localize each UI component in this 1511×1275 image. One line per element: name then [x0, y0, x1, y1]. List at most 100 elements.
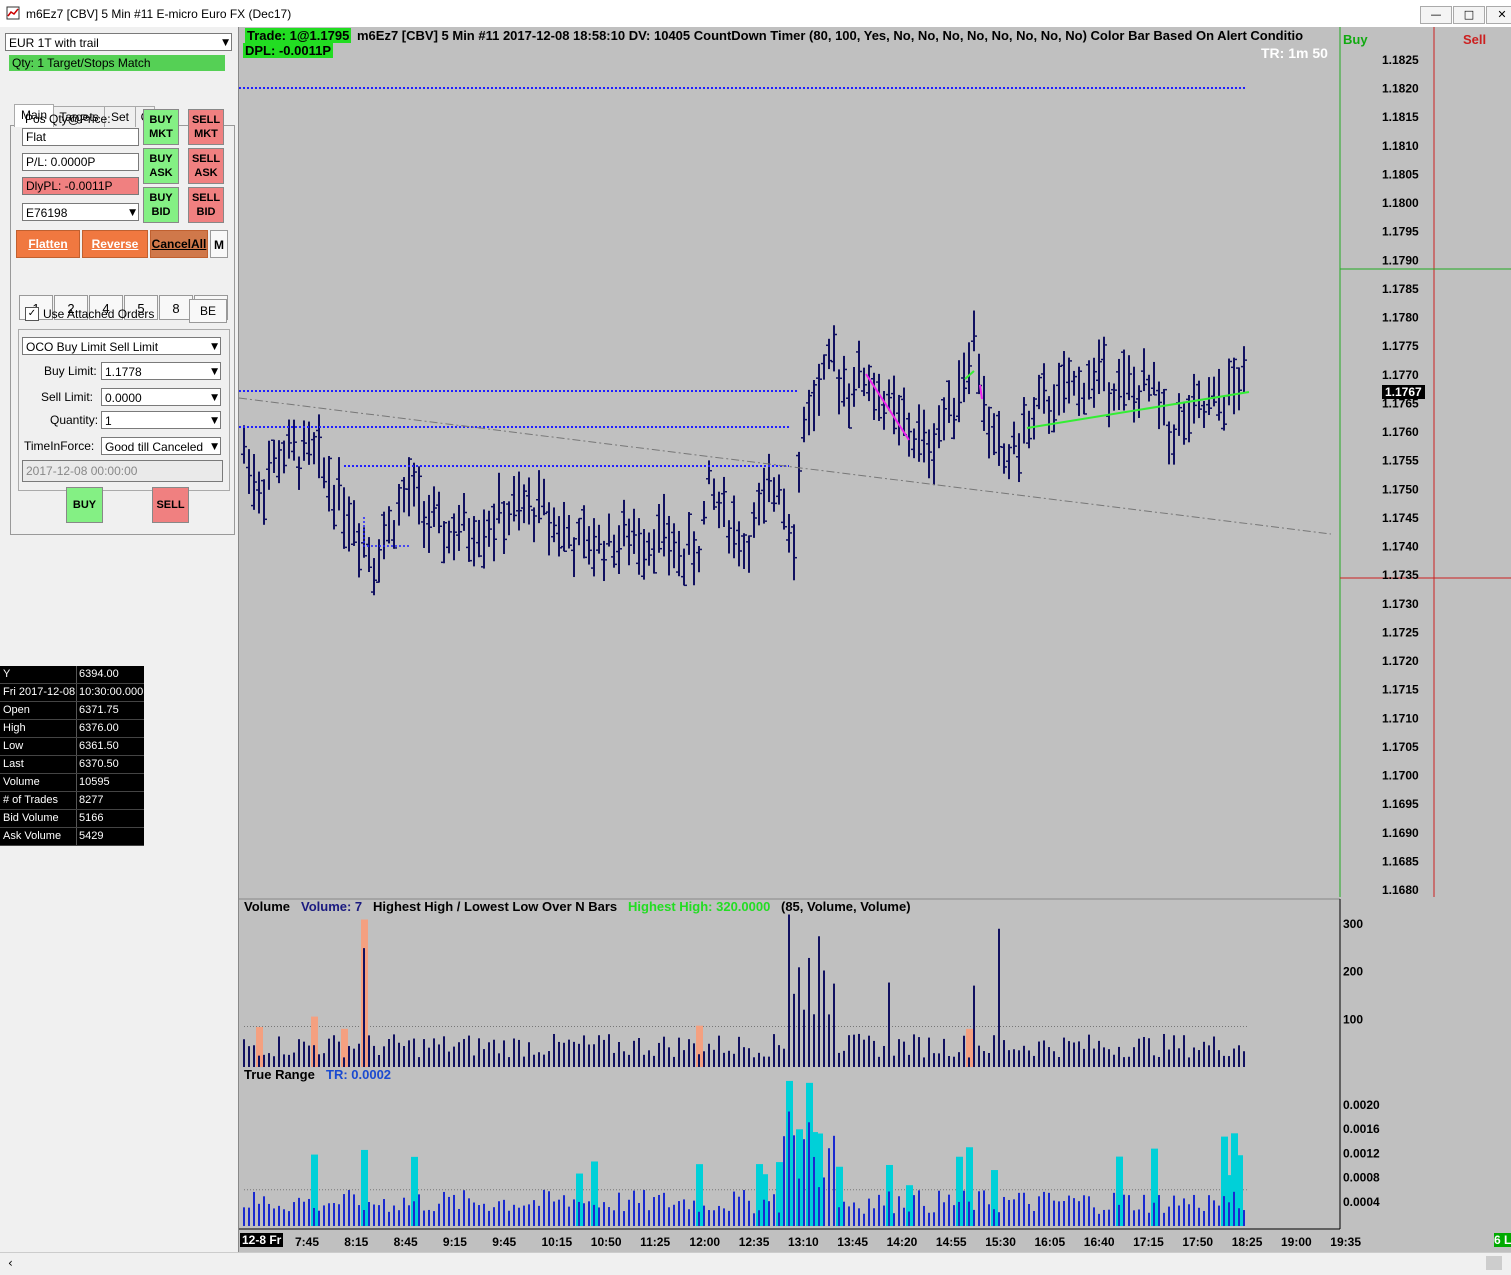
pl-field: P/L: 0.0000P — [22, 153, 139, 171]
volume-tick-label: 200 — [1343, 965, 1363, 979]
price-tick-label: 1.1775 — [1382, 339, 1419, 353]
use-attached-checkbox[interactable]: ✓ — [25, 307, 39, 321]
hh-params: (85, Volume, Volume) — [781, 899, 911, 914]
data-window-value: 6370.50 — [76, 756, 119, 773]
data-window-key: Last — [3, 758, 24, 770]
strategy-select[interactable]: EUR 1T with trail ▼ — [5, 33, 232, 51]
time-tick-label: 15:30 — [985, 1235, 1016, 1249]
chevron-down-icon: ▼ — [129, 208, 136, 218]
app-icon — [6, 6, 20, 20]
price-tick-label: 1.1700 — [1382, 769, 1419, 783]
chevron-down-icon: ▼ — [211, 367, 218, 377]
data-window-key: Fri 2017-12-08 — [3, 686, 76, 698]
time-tick-label: 19:35 — [1330, 1235, 1361, 1249]
account-value: E76198 — [26, 206, 68, 220]
sell-market-button[interactable]: SELL MKT — [188, 109, 224, 145]
buy-ask-button[interactable]: BUY ASK — [143, 148, 179, 184]
chevron-down-icon: ▼ — [211, 416, 218, 426]
buy-market-button[interactable]: BUY MKT — [143, 109, 179, 145]
time-tick-label: 10:15 — [542, 1235, 573, 1249]
maximize-button[interactable]: □ — [1453, 6, 1485, 24]
scroll-left-icon[interactable]: ‹ — [8, 1256, 13, 1270]
true-range-tick-label: 0.0020 — [1343, 1098, 1380, 1112]
date-label: 12-8 Fr — [240, 1233, 284, 1247]
tif-label: TimeInForce: — [24, 439, 95, 453]
data-window-key: Bid Volume — [3, 812, 59, 824]
time-tick-label: 8:45 — [394, 1235, 418, 1249]
chevron-down-icon: ▼ — [211, 342, 218, 352]
price-tick-label: 1.1785 — [1382, 282, 1419, 296]
price-tick-label: 1.1790 — [1382, 253, 1419, 267]
data-window-key: Volume — [3, 776, 40, 788]
time-tick-label: 16:05 — [1035, 1235, 1066, 1249]
scroll-thumb[interactable] — [1486, 1256, 1502, 1270]
data-window: Y 6394.00 Fri 2017-12-08 10:30:00.000 Open 63… — [0, 666, 144, 846]
minimize-button[interactable]: — — [1420, 6, 1452, 24]
time-tick-label: 9:45 — [492, 1235, 516, 1249]
account-select[interactable]: E76198 ▼ — [22, 203, 139, 221]
true-range-tick-label: 0.0012 — [1343, 1146, 1380, 1160]
flatten-button[interactable]: Flatten — [16, 230, 80, 258]
hh-value: Highest High: 320.0000 — [628, 899, 771, 914]
price-tick-label: 1.1810 — [1382, 139, 1419, 153]
price-tick-label: 1.1720 — [1382, 654, 1419, 668]
data-window-row: Bid Volume 5166 — [0, 810, 144, 828]
corner-badge: 6 L — [1494, 1233, 1511, 1247]
time-tick-label: 9:15 — [443, 1235, 467, 1249]
time-tick-label: 10:50 — [591, 1235, 622, 1249]
time-tick-label: 18:25 — [1232, 1235, 1263, 1249]
window-title: m6Ez7 [CBV] 5 Min #11 E-micro Euro FX (D… — [26, 7, 292, 21]
time-tick-label: 13:45 — [837, 1235, 868, 1249]
price-tick-label: 1.1715 — [1382, 683, 1419, 697]
data-window-row: High 6376.00 — [0, 720, 144, 738]
price-tick-label: 1.1735 — [1382, 568, 1419, 582]
horizontal-scrollbar[interactable]: ‹ — [0, 1252, 1511, 1275]
qty-button-8[interactable]: 8 — [159, 295, 193, 320]
price-tick-label: 1.1760 — [1382, 425, 1419, 439]
price-tick-label: 1.1745 — [1382, 511, 1419, 525]
price-chart[interactable]: 1.1825 1.1820 1.1815 1.1810 1.1805 1.1800 1.17… — [238, 27, 1511, 1252]
buy-button[interactable]: BUY — [66, 487, 103, 523]
price-tick-label: 1.1725 — [1382, 625, 1419, 639]
time-tick-label: 8:15 — [344, 1235, 368, 1249]
buy-limit-input[interactable]: 1.1778 ▼ — [101, 362, 221, 380]
price-tick-label: 1.1825 — [1382, 53, 1419, 67]
order-type-select[interactable]: OCO Buy Limit Sell Limit ▼ — [22, 337, 221, 355]
tif-select[interactable]: Good till Canceled ▼ — [101, 437, 221, 455]
data-window-row: Fri 2017-12-08 10:30:00.000 — [0, 684, 144, 702]
sell-button[interactable]: SELL — [152, 487, 189, 523]
buy-bid-button[interactable]: BUY BID — [143, 187, 179, 223]
breakeven-button[interactable]: BE — [189, 299, 227, 323]
close-button[interactable]: ✕ — [1486, 6, 1511, 24]
volume-value: Volume: 7 — [301, 899, 363, 914]
time-tick-label: 12:35 — [739, 1235, 770, 1249]
price-tick-label: 1.1740 — [1382, 540, 1419, 554]
sell-limit-label: Sell Limit: — [41, 390, 94, 404]
sell-ask-button[interactable]: SELL ASK — [188, 148, 224, 184]
tif-value: Good till Canceled — [105, 440, 204, 454]
trade-label: Trade: 1@1.1795 — [245, 28, 352, 43]
m-button[interactable]: M — [210, 230, 228, 258]
price-tick-label: 1.1705 — [1382, 740, 1419, 754]
chevron-down-icon: ▼ — [211, 442, 218, 452]
buy-limit-value: 1.1778 — [105, 365, 142, 379]
data-window-row: # of Trades 8277 — [0, 792, 144, 810]
quantity-input[interactable]: 1 ▼ — [101, 411, 221, 429]
dom-buy-header: Buy — [1343, 32, 1368, 47]
daily-pl-field: DlyPL: -0.0011P — [22, 177, 139, 195]
hh-title: Highest High / Lowest Low Over N Bars — [373, 899, 618, 914]
time-tick-label: 19:00 — [1281, 1235, 1312, 1249]
data-window-row: Y 6394.00 — [0, 666, 144, 684]
sell-bid-button[interactable]: SELL BID — [188, 187, 224, 223]
cancel-all-button[interactable]: CancelAll — [150, 230, 208, 258]
reverse-button[interactable]: Reverse — [82, 230, 148, 258]
data-window-row: Ask Volume 5429 — [0, 828, 144, 846]
data-window-value: 5429 — [76, 828, 103, 845]
datetime-field[interactable]: 2017-12-08 00:00:00 — [22, 460, 223, 482]
chevron-down-icon: ▼ — [222, 38, 229, 48]
qty-status: Qty: 1 Target/Stops Match — [9, 55, 225, 71]
sell-limit-input[interactable]: 0.0000 ▼ — [101, 388, 221, 406]
chart-canvas[interactable]: 1.1825 1.1820 1.1815 1.1810 1.1805 1.1800 1.17… — [239, 27, 1511, 1252]
price-tick-label: 1.1795 — [1382, 225, 1419, 239]
data-window-key: Y — [3, 668, 11, 680]
